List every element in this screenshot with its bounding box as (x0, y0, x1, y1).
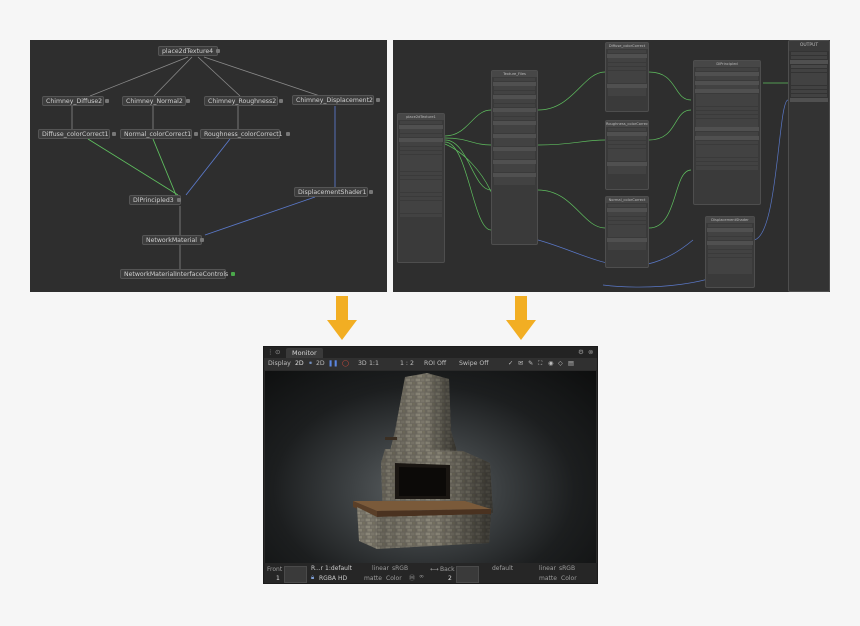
back-swatch[interactable] (456, 566, 479, 583)
lock-icon[interactable]: 🔒︎ (311, 574, 314, 582)
fit-icon[interactable]: ⛶ (538, 358, 542, 370)
link-icon[interactable]: ⚭ (308, 358, 313, 370)
node-port-icon (231, 272, 236, 276)
colorspace-linear-select[interactable]: linear (372, 565, 389, 572)
swipe-select[interactable]: Swipe Off (459, 358, 489, 370)
diamond-icon[interactable]: ◇ (558, 358, 563, 370)
node-network-material[interactable]: NetworkMaterial (142, 235, 204, 245)
rnode-roughness-colorcorrect[interactable]: Roughness_colorCorrect (605, 120, 649, 190)
settings-icon[interactable]: ⚙ (578, 347, 584, 358)
node-dlprincipled[interactable]: DlPrincipled3 (129, 195, 181, 205)
rnode-output[interactable]: OUTPUT (788, 40, 830, 292)
right-node-graph[interactable]: place2dTexture1 Texture_Files Diffuse_co… (393, 40, 830, 292)
rnode-place2dtexture[interactable]: place2dTexture1 (397, 113, 445, 263)
node-port-icon (369, 190, 374, 194)
left-node-graph[interactable]: place2dTexture4 Chimney_Diffuse2 Chimney… (30, 40, 387, 292)
matte-select[interactable]: matte (364, 575, 382, 582)
rnode-diffuse-colorcorrect[interactable]: Diffuse_colorCorrect (605, 42, 649, 112)
node-chimney-diffuse[interactable]: Chimney_Diffuse2 (42, 96, 110, 106)
node-port-icon (111, 132, 116, 136)
panel-grip-icon[interactable]: ⋮ (267, 347, 274, 358)
colorspace-srgb-select[interactable]: sRGB (392, 565, 408, 572)
display-menu[interactable]: Display (268, 358, 291, 370)
node-port-icon (199, 238, 204, 242)
node-normal-colorcorrect[interactable]: Normal_colorCorrect1 (120, 129, 199, 139)
node-port-icon (285, 132, 290, 136)
back-colorspace-srgb-select[interactable]: sRGB (559, 565, 575, 572)
check-icon[interactable]: ✓ (508, 358, 513, 370)
close-icon[interactable]: ⊗ (588, 347, 593, 358)
node-network-interface-controls[interactable]: NetworkMaterialInterfaceControls (120, 269, 236, 279)
back-matte-select[interactable]: matte (539, 575, 557, 582)
node-port-icon (216, 49, 221, 53)
rnode-dlprincipled[interactable]: DlPrincipled (693, 60, 761, 205)
tab-monitor[interactable]: Monitor (286, 348, 323, 358)
rendered-fireplace-image (353, 373, 493, 549)
roi-select[interactable]: ROI Off (424, 358, 446, 370)
circle-m-icon[interactable]: Ⓜ (409, 573, 415, 582)
record-icon[interactable]: ◯ (342, 358, 349, 370)
node-port-icon (105, 99, 110, 103)
monitor-tab-bar: ⋮ ⊙ Monitor ⚙ ⊗ (264, 347, 597, 358)
node-place2dtexture[interactable]: place2dTexture4 (158, 46, 221, 56)
layout-icon[interactable]: ▤ (568, 358, 574, 370)
pause-icon[interactable]: ❚❚ (328, 358, 338, 370)
mode-3d-button[interactable]: 3D (358, 358, 367, 370)
ratio-label: 1:1 (369, 360, 379, 367)
back-color-select[interactable]: Color (561, 575, 577, 582)
node-port-icon (176, 198, 181, 202)
display-2d-label: 2D (316, 360, 325, 367)
node-chimney-roughness[interactable]: Chimney_Roughness2 (204, 96, 284, 106)
eye-icon[interactable]: ◉ (548, 358, 553, 370)
down-arrow-icon (327, 296, 357, 340)
front-label: Front (267, 566, 283, 573)
node-chimney-displacement[interactable]: Chimney_Displacement2 (292, 95, 380, 105)
node-diffuse-colorcorrect[interactable]: Diffuse_colorCorrect1 (38, 129, 116, 139)
node-chimney-normal[interactable]: Chimney_Normal2 (122, 96, 190, 106)
node-port-icon (375, 98, 380, 102)
color-select[interactable]: Color (386, 575, 402, 582)
left-graph-wires (71, 56, 336, 269)
back-label: Back (440, 566, 455, 573)
back-arrow-icon[interactable]: ⟷ (430, 566, 439, 573)
front-value: 1 (276, 575, 280, 582)
node-port-icon (194, 132, 199, 136)
back-value: 2 (448, 575, 452, 582)
picker-icon[interactable]: ✎ (528, 358, 533, 370)
rnode-normal-colorcorrect[interactable]: Normal_colorCorrect (605, 196, 649, 268)
down-arrow-icon (506, 296, 536, 340)
zoom-select[interactable]: 1 : 2 (400, 358, 414, 370)
node-displacement-shader[interactable]: DisplacementShader1 (294, 187, 374, 197)
back-colorspace-linear-select[interactable]: linear (539, 565, 556, 572)
render-viewport[interactable] (265, 371, 596, 563)
monitor-window[interactable]: ⋮ ⊙ Monitor ⚙ ⊗ Display 2D ⚭ 2D ❚❚ ◯ 3D … (263, 346, 598, 584)
front-swatch[interactable] (284, 566, 307, 583)
front-layer-select[interactable]: R...r 1:default (311, 565, 352, 572)
rnode-displacement-shader[interactable]: DisplacementShader (705, 216, 755, 288)
monitor-toolbar: Display 2D ⚭ 2D ❚❚ ◯ 3D 1:1 1 : 2 ROI Of… (264, 358, 597, 370)
rnode-texture-files[interactable]: Texture_Files (491, 70, 538, 245)
panel-options-icon[interactable]: ⊙ (275, 347, 280, 358)
node-roughness-colorcorrect[interactable]: Roughness_colorCorrect1 (200, 129, 290, 139)
node-port-icon (185, 99, 190, 103)
comment-icon[interactable]: ✉ (518, 358, 523, 370)
monitor-bottom-bar: Front 1 R...r 1:default 🔒︎ RGBA HD linea… (264, 563, 597, 583)
link-infinity-icon[interactable]: ∞ (419, 573, 424, 580)
back-layer-select[interactable]: default (492, 565, 513, 572)
mode-2d-button[interactable]: 2D (295, 358, 304, 370)
rgba-select[interactable]: RGBA HD (319, 575, 347, 582)
node-port-icon (279, 99, 284, 103)
